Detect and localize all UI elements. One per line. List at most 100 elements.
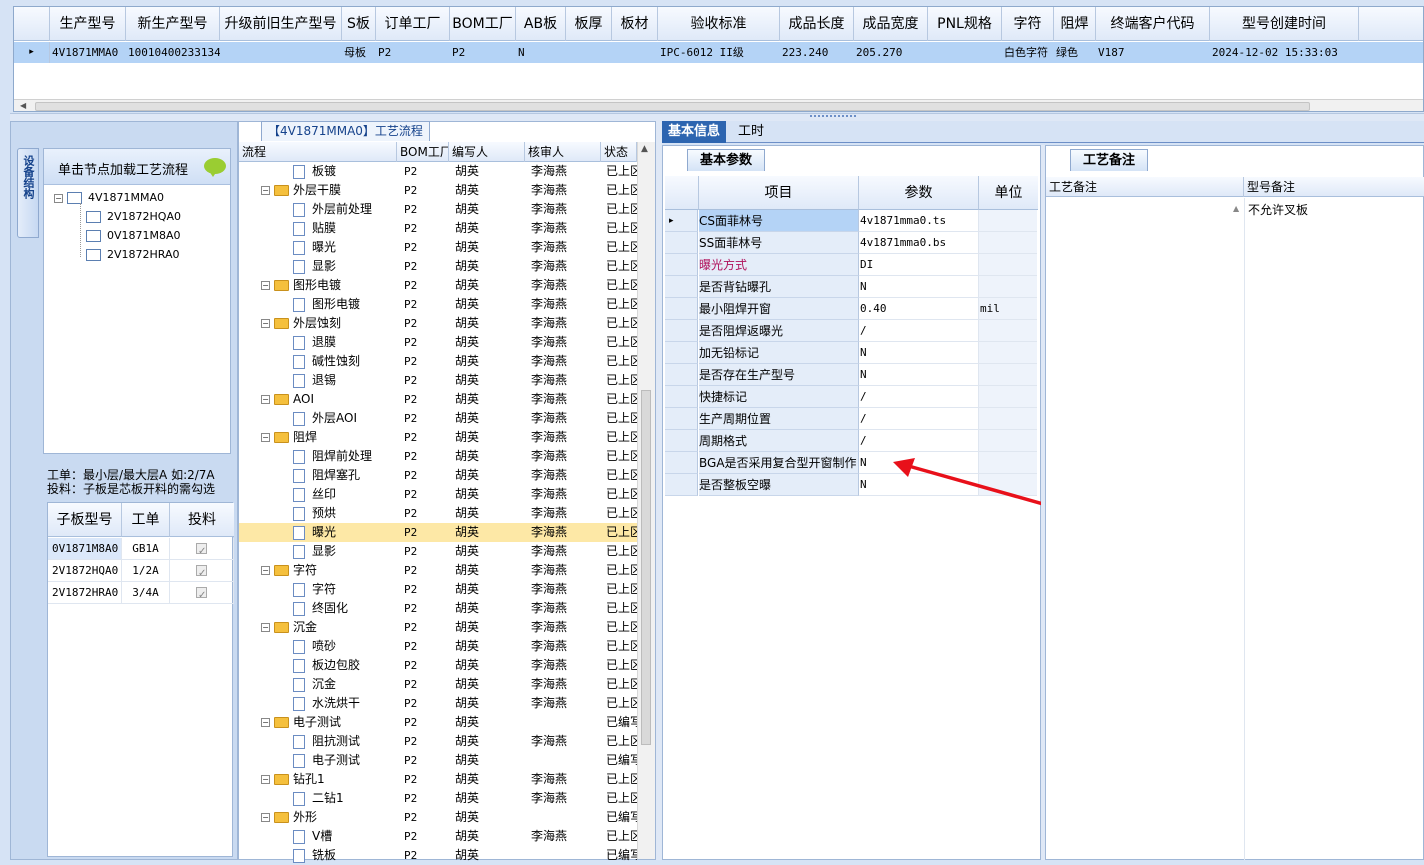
param-value[interactable]: / (859, 430, 979, 452)
flow-row[interactable]: − 图形电镀 P2 胡英 李海燕 已上区 (239, 276, 637, 295)
flow-row[interactable]: V槽 P2 胡英 李海燕 已上区 (239, 827, 637, 846)
tab-basic-info[interactable]: 基本信息 (662, 121, 727, 143)
collapse-icon[interactable]: − (261, 186, 270, 195)
flow-row[interactable]: 铣板 P2 胡英 已编写 (239, 846, 637, 865)
col-header[interactable]: 阻焊 (1054, 7, 1096, 41)
row-header[interactable] (665, 232, 698, 254)
flow-row[interactable]: 阻抗测试 P2 胡英 李海燕 已上区 (239, 732, 637, 751)
feed-checkbox[interactable] (196, 563, 207, 581)
scroll-up-icon[interactable]: ▲ (1233, 204, 1239, 213)
col-header-status[interactable]: 状态 (601, 142, 637, 162)
param-unit[interactable] (979, 232, 1037, 254)
col-header-param[interactable]: 参数 (859, 176, 979, 210)
col-header[interactable]: 型号创建时间 (1210, 7, 1359, 41)
flow-row[interactable]: − 阻焊 P2 胡英 李海燕 已上区 (239, 428, 637, 447)
flow-row[interactable]: 喷砂 P2 胡英 李海燕 已上区 (239, 637, 637, 656)
row-header[interactable] (665, 254, 698, 276)
grid-cell[interactable] (568, 42, 612, 63)
param-row[interactable]: 生产周期位置 / (665, 408, 1038, 430)
col-header[interactable]: S板 (342, 7, 376, 41)
flow-row[interactable]: 阻焊前处理 P2 胡英 李海燕 已上区 (239, 447, 637, 466)
grid-cell[interactable]: 母板 (344, 42, 376, 63)
subboard-order[interactable]: 1/2A (122, 560, 170, 582)
col-header[interactable]: 成品长度 (780, 7, 854, 41)
param-row[interactable]: 是否阻焊返曝光 / (665, 320, 1038, 342)
flow-row[interactable]: 水洗烘干 P2 胡英 李海燕 已上区 (239, 694, 637, 713)
param-row[interactable]: 是否存在生产型号 N (665, 364, 1038, 386)
collapse-icon[interactable]: − (261, 319, 270, 328)
row-header[interactable] (665, 386, 698, 408)
param-unit[interactable] (979, 320, 1037, 342)
collapse-icon[interactable]: − (261, 433, 270, 442)
feed-checkbox[interactable] (196, 585, 207, 603)
grid-cell[interactable]: IPC-6012 II级 (660, 42, 780, 63)
param-unit[interactable] (979, 254, 1037, 276)
param-unit[interactable] (979, 210, 1037, 232)
param-unit[interactable] (979, 276, 1037, 298)
collapse-icon[interactable]: − (261, 395, 270, 404)
col-header-bom[interactable]: BOM工厂 (397, 142, 449, 162)
col-header-process-remark[interactable]: 工艺备注 (1046, 177, 1244, 197)
flow-row[interactable]: 预烘 P2 胡英 李海燕 已上区 (239, 504, 637, 523)
grid-cell[interactable]: 白色字符 (1004, 42, 1054, 63)
flow-row[interactable]: − 沉金 P2 胡英 李海燕 已上区 (239, 618, 637, 637)
param-unit[interactable] (979, 342, 1037, 364)
grid-cell[interactable]: P2 (452, 42, 516, 63)
col-header[interactable]: BOM工厂 (450, 7, 516, 41)
col-header[interactable]: AB板 (516, 7, 566, 41)
col-header-feed[interactable]: 投料 (170, 503, 234, 537)
param-value[interactable]: 0.40 (859, 298, 979, 320)
param-value[interactable]: / (859, 408, 979, 430)
param-value[interactable]: 4v1871mma0.ts (859, 210, 979, 232)
row-header[interactable]: ▸ (665, 210, 698, 232)
scroll-up-icon[interactable]: ▲ (641, 144, 648, 154)
param-unit[interactable] (979, 364, 1037, 386)
param-row[interactable]: ▸ CS面菲林号 4v1871mma0.ts (665, 210, 1038, 232)
flow-row[interactable]: 电子测试 P2 胡英 已编写 (239, 751, 637, 770)
collapse-icon[interactable]: − (261, 623, 270, 632)
tab-process-remark[interactable]: 工艺备注 (1070, 149, 1149, 171)
param-row[interactable]: 是否背钻曝孔 N (665, 276, 1038, 298)
col-header-writer[interactable]: 编写人 (449, 142, 525, 162)
col-header[interactable]: 终端客户代码 (1096, 7, 1210, 41)
col-header[interactable]: 新生产型号 (126, 7, 220, 41)
flow-row[interactable]: − 外层蚀刻 P2 胡英 李海燕 已上区 (239, 314, 637, 333)
tab-work-hours[interactable]: 工时 (732, 121, 770, 143)
grid-cell[interactable]: P2 (378, 42, 450, 63)
flow-row[interactable]: 字符 P2 胡英 李海燕 已上区 (239, 580, 637, 599)
grid-cell[interactable] (930, 42, 1002, 63)
scroll-left-icon[interactable]: ◀ (20, 101, 26, 110)
flow-row[interactable]: 板镀 P2 胡英 李海燕 已上区 (239, 162, 637, 181)
param-value[interactable]: DI (859, 254, 979, 276)
tree-node-child[interactable]: 2V1872HRA0 (86, 246, 180, 264)
grid-cell[interactable]: 223.240 (782, 42, 854, 63)
horizontal-scrollbar[interactable]: ◀ (14, 99, 1423, 111)
param-value[interactable]: N (859, 364, 979, 386)
grid-cell[interactable]: 205.270 (856, 42, 928, 63)
process-flow-tab[interactable]: 【4V1871MMA0】工艺流程 (261, 121, 430, 141)
col-header[interactable]: PNL规格 (928, 7, 1002, 41)
flow-row[interactable]: 外层前处理 P2 胡英 李海燕 已上区 (239, 200, 637, 219)
subboard-model[interactable]: 2V1872HQA0 (48, 560, 122, 582)
param-value[interactable]: / (859, 320, 979, 342)
param-unit[interactable] (979, 386, 1037, 408)
row-header[interactable] (665, 276, 698, 298)
row-header[interactable] (665, 320, 698, 342)
param-row[interactable]: SS面菲林号 4v1871mma0.bs (665, 232, 1038, 254)
comment-bubble-icon[interactable] (204, 158, 226, 177)
param-value[interactable]: 4v1871mma0.bs (859, 232, 979, 254)
col-header[interactable]: 成品宽度 (854, 7, 928, 41)
row-header[interactable] (665, 298, 698, 320)
scrollbar-thumb[interactable] (35, 102, 1310, 111)
flow-row[interactable]: − 外形 P2 胡英 已编写 (239, 808, 637, 827)
col-header[interactable]: 订单工厂 (376, 7, 450, 41)
col-header[interactable]: 验收标准 (658, 7, 780, 41)
col-header-flow[interactable]: 流程 (239, 142, 397, 162)
tree-node-root[interactable]: − 4V1871MMA0 (54, 189, 164, 207)
collapse-icon[interactable]: − (261, 718, 270, 727)
collapse-icon[interactable]: − (261, 813, 270, 822)
flow-row[interactable]: 贴膜 P2 胡英 李海燕 已上区 (239, 219, 637, 238)
subboard-order[interactable]: GB1A (122, 538, 170, 560)
col-header[interactable]: 板材 (612, 7, 658, 41)
flow-row[interactable]: 显影 P2 胡英 李海燕 已上区 (239, 542, 637, 561)
